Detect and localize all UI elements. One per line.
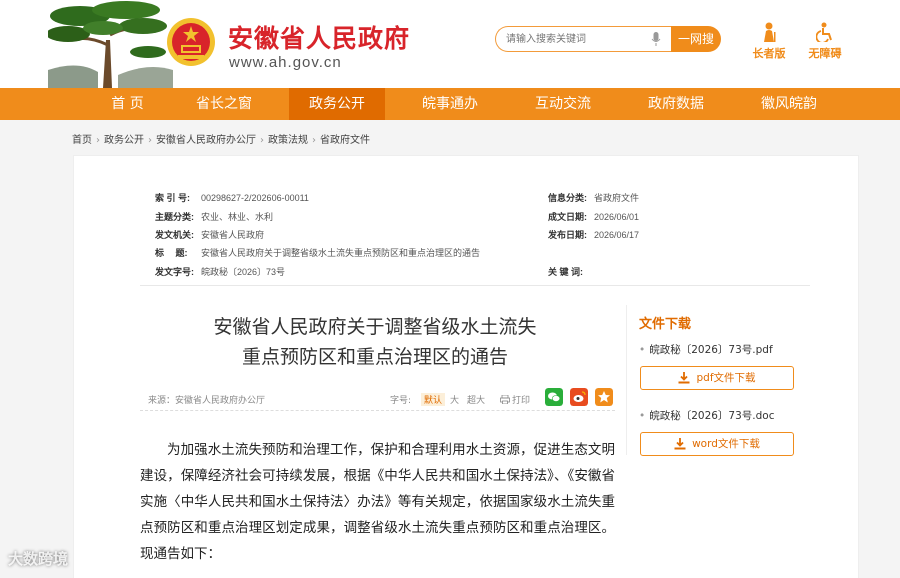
watermark-text: 大数跨境 [8,550,69,568]
meta-value: 安徽省人民政府 [201,230,265,240]
print-button[interactable]: 打印 [500,393,530,406]
document-title-line: 安徽省人民政府关于调整省级水土流失 [213,316,537,338]
font-size-default[interactable]: 默认 [421,393,446,406]
nav-item-culture[interactable]: 徽风皖韵 [741,88,837,120]
body-paragraph: 为加强水土流失预防和治理工作，保护和合理利用水土资源，促进生态文明建设，保障经济… [140,442,615,562]
nav-item-home[interactable]: 首 页 [96,88,159,120]
print-label: 打印 [512,396,531,406]
meta-category: 信息分类: 省政府文件 [548,191,639,205]
main-nav: 首 页 省长之窗 政务公开 皖事通办 互动交流 政府数据 徽风皖韵 [0,88,900,120]
nav-item-governor[interactable]: 省长之窗 [176,88,272,120]
download-title: 文件下载 [639,317,692,332]
huangshan-pine-logo [48,0,173,88]
site-domain: www.ah.gov.cn [229,54,342,71]
meta-value: 2026/06/01 [594,212,640,222]
meta-label: 标 题: [155,248,188,258]
meta-keywords: 关 键 词: [548,265,594,279]
site-title[interactable]: 安徽省人民政府 [228,19,410,55]
document-body: 为加强水土流失预防和治理工作，保护和合理利用水土资源，促进生态文明建设，保障经济… [140,437,615,567]
meta-label: 发文机关: [155,230,194,240]
breadcrumb-gov-affairs[interactable]: 政务公开 [104,135,144,146]
download-file-name: 皖政秘〔2026〕73号.pdf [639,342,772,357]
source-text: 来源：安徽省人民政府办公厅 [148,396,266,406]
meta-label: 关 键 词: [548,267,583,277]
word-download-button[interactable]: word文件下载 [640,432,794,456]
download-icon [678,372,690,384]
meta-created: 成文日期: 2026/06/01 [548,210,639,224]
search-box [495,26,671,52]
accessibility-icon [816,22,832,42]
breadcrumb-separator: › [312,135,316,146]
microphone-icon[interactable] [651,32,661,47]
meta-topic: 主题分类: 农业、林业、水利 [155,210,273,224]
document-title: 安徽省人民政府关于调整省级水土流失 重点预防区和重点治理区的通告 [140,312,610,372]
breadcrumb-separator: › [148,135,152,146]
nav-item-interaction[interactable]: 互动交流 [515,88,611,120]
site-header: 安徽省人民政府 www.ah.gov.cn 一网搜 长者版 无障碍 [0,0,900,88]
meta-published: 发布日期: 2026/06/17 [548,228,639,242]
accessibility-button[interactable]: 无障碍 [805,22,845,61]
wechat-share-icon[interactable] [545,388,563,406]
word-download-label: word文件下载 [692,438,760,450]
elder-mode-label: 长者版 [752,47,786,60]
download-panel: 文件下载 皖政秘〔2026〕73号.pdf pdf文件下载 皖政秘〔2026〕7… [626,305,806,456]
elder-icon [764,22,776,42]
breadcrumb-policy[interactable]: 政策法规 [268,135,308,146]
meta-value: 安徽省人民政府关于调整省级水土流失重点预防区和重点治理区的通告 [201,248,481,258]
breadcrumb: 首页 › 政务公开 › 安徽省人民政府办公厅 › 政策法规 › 省政府文件 [72,131,370,146]
breadcrumb-separator: › [96,135,100,146]
search-button[interactable]: 一网搜 [671,26,721,52]
download-icon [674,438,686,450]
meta-label: 发布日期: [548,230,587,240]
watermark: 大数跨境 [8,548,68,569]
nav-item-gov-data[interactable]: 政府数据 [628,88,724,120]
divider [140,285,810,286]
meta-docno: 发文字号: 皖政秘〔2026〕73号 [155,265,285,279]
national-emblem-icon [167,18,215,66]
breadcrumb-home[interactable]: 首页 [72,135,92,146]
meta-title: 标 题: 安徽省人民政府关于调整省级水土流失重点预防区和重点治理区的通告 [155,246,480,260]
meta-value: 农业、林业、水利 [201,212,274,222]
pdf-download-button[interactable]: pdf文件下载 [640,366,794,390]
printer-icon [500,394,510,405]
source-toolbar: 来源：安徽省人民政府办公厅 字号: 默认 大 超大 打印 [140,387,615,411]
meta-index: 索 引 号: 00298627-2/202606-00011 [155,191,309,205]
meta-value: 2026/06/17 [594,230,640,240]
elder-mode-button[interactable]: 长者版 [749,22,789,61]
meta-value: 00298627-2/202606-00011 [201,193,309,203]
meta-label: 成文日期: [548,212,587,222]
weibo-share-icon[interactable] [570,388,588,406]
breadcrumb-provincial-docs[interactable]: 省政府文件 [320,135,370,146]
meta-label: 信息分类: [548,193,587,203]
meta-label: 主题分类: [155,212,194,222]
meta-label: 发文字号: [155,267,194,277]
font-size-label: 字号: [390,396,412,406]
meta-issuer: 发文机关: 安徽省人民政府 [155,228,264,242]
accessibility-label: 无障碍 [808,47,842,60]
meta-value: 皖政秘〔2026〕73号 [201,267,286,277]
favorite-star-icon[interactable] [595,388,613,406]
nav-item-gov-affairs[interactable]: 政务公开 [289,88,385,120]
breadcrumb-separator: › [260,135,264,146]
pdf-download-label: pdf文件下载 [696,372,756,384]
breadcrumb-office[interactable]: 安徽省人民政府办公厅 [156,135,256,146]
font-size-xlarge[interactable]: 超大 [467,393,485,406]
font-size-large[interactable]: 大 [450,393,459,406]
search-input[interactable] [506,31,646,48]
document-title-line: 重点预防区和重点治理区的通告 [241,346,508,368]
meta-label: 索 引 号: [155,193,190,203]
meta-value: 省政府文件 [594,193,640,203]
nav-item-services[interactable]: 皖事通办 [402,88,498,120]
download-file-name: 皖政秘〔2026〕73号.doc [639,408,774,423]
